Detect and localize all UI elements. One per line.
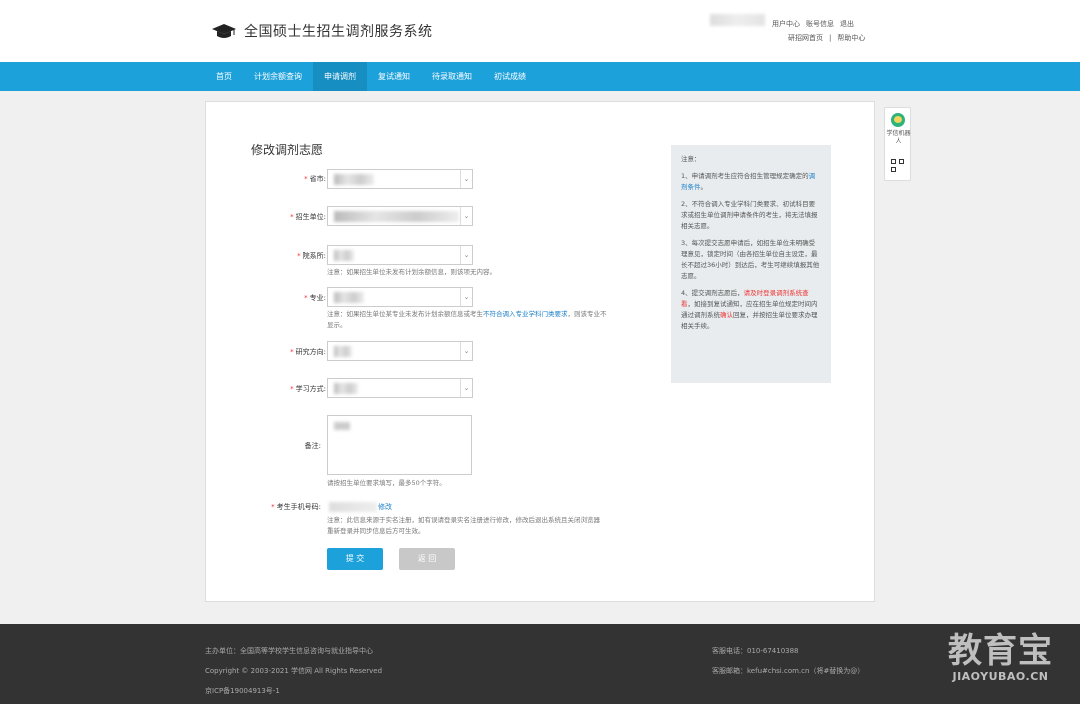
notice-item-4: 4、提交调剂志愿后，请及时登录调剂系统查看，如接到复试通知，应在招生单位规定时间… xyxy=(681,289,818,330)
phone-value-redacted xyxy=(329,502,377,512)
chevron-down-icon: ⌄ xyxy=(460,170,472,188)
phone-note: 注意：此信息来源于实名注册，如有误请登录实名注册进行修改，修改后退出系统且关闭浏… xyxy=(327,516,600,535)
dept-note: 注意：如果招生单位未发布计划余额信息，则该项无内容。 xyxy=(327,268,496,276)
help-center-link[interactable]: 帮助中心 xyxy=(837,31,865,45)
major-note: 注意：如果招生单位某专业未发布计划余额信息或考生不符合调入专业学科门类要求，则该… xyxy=(327,310,607,329)
footer-sponsor: 主办单位：全国高等学校学生信息咨询与就业指导中心 xyxy=(205,647,373,655)
remark-note: 请按招生单位要求填写，最多50个字符。 xyxy=(327,479,446,487)
notice-box: 注意： 1、申请调剂考生应符合招生管理规定确定的调剂条件。 2、不符合调入专业学… xyxy=(671,145,831,383)
user-center-link[interactable]: 用户中心 xyxy=(772,17,800,31)
notice-item-2: 2、不符合调入专业学科门类要求、初试科目要求或招生单位调剂申请条件的考生，将无法… xyxy=(681,200,818,230)
footer-copyright: Copyright © 2003-2021 学信网 All Rights Res… xyxy=(205,667,383,675)
back-button[interactable]: 返 回 xyxy=(399,548,455,570)
unit-label: * 招生单位: xyxy=(290,213,326,221)
nav-retest-notice[interactable]: 复试通知 xyxy=(367,62,421,91)
notice-item-1: 1、申请调剂考生应符合招生管理规定确定的调剂条件。 xyxy=(681,172,816,191)
notice-item-3: 3、每次提交志愿申请后，如招生单位未明确受理意见，锁定时间（由各招生单位自主设定… xyxy=(681,239,820,280)
chevron-down-icon: ⌄ xyxy=(460,288,472,306)
nav-admission-notice[interactable]: 待录取通知 xyxy=(421,62,483,91)
robot-icon[interactable] xyxy=(891,113,905,127)
page-title: 修改调剂志愿 xyxy=(251,143,324,157)
logout-link[interactable]: 退出 xyxy=(840,17,854,31)
graduation-cap-icon xyxy=(212,24,236,38)
robot-label[interactable]: 学信机器人 xyxy=(885,130,912,146)
major-label: * 专业: xyxy=(304,294,326,302)
unit-value-redacted xyxy=(334,211,459,222)
submit-button[interactable]: 提 交 xyxy=(327,548,383,570)
direction-label: * 研究方向: xyxy=(290,348,326,356)
site-title: 全国硕士生招生调剂服务系统 xyxy=(244,24,433,40)
link-separator: | xyxy=(829,34,832,42)
form-panel: 修改调剂志愿 * 省市: ⌄ * 招生单位: ⌄ * 院系所: ⌄ 注意：如果招生单位… xyxy=(205,101,875,602)
nav-home[interactable]: 首页 xyxy=(205,62,243,91)
floating-toolbar: 学信机器人 xyxy=(884,107,911,181)
header-links: 用户中心 账号信息 退出 研招网首页 | 帮助中心 xyxy=(772,17,865,45)
nav-initial-score[interactable]: 初试成绩 xyxy=(483,62,537,91)
dept-label: * 院系所: xyxy=(297,252,326,260)
dept-select[interactable]: ⌄ xyxy=(327,245,473,265)
remark-label: 备注: xyxy=(304,442,321,450)
study-mode-value-redacted xyxy=(334,383,358,394)
chevron-down-icon: ⌄ xyxy=(460,246,472,264)
site-header: 全国硕士生招生调剂服务系统 用户中心 账号信息 退出 研招网首页 | 帮助中心 xyxy=(0,0,1080,62)
footer-icp[interactable]: 京ICP备19004913号-1 xyxy=(205,681,382,701)
chevron-down-icon: ⌄ xyxy=(460,379,472,397)
yz-home-link[interactable]: 研招网首页 xyxy=(788,31,823,45)
phone-edit-link[interactable]: 修改 xyxy=(378,502,392,512)
footer-email: 客服邮箱：kefu#chsi.com.cn（将#替换为@） xyxy=(712,667,865,675)
province-value-redacted xyxy=(334,174,374,185)
footer-phone: 客服电话：010-67410388 xyxy=(712,647,799,655)
major-requirement-link[interactable]: 不符合调入专业学科门类要求 xyxy=(483,310,568,318)
direction-value-redacted xyxy=(334,346,352,357)
unit-select[interactable]: ⌄ xyxy=(327,206,473,226)
site-footer: 主办单位：全国高等学校学生信息咨询与就业指导中心 Copyright © 200… xyxy=(0,624,1080,704)
direction-select[interactable]: ⌄ xyxy=(327,341,473,361)
major-value-redacted xyxy=(334,292,364,303)
account-info-link[interactable]: 账号信息 xyxy=(806,17,834,31)
qr-code-icon[interactable] xyxy=(891,159,905,173)
major-select[interactable]: ⌄ xyxy=(327,287,473,307)
remark-value-redacted xyxy=(334,422,350,430)
username-redacted xyxy=(710,14,765,26)
main-nav: 首页 计划余额查询 申请调剂 复试通知 待录取通知 初试成绩 xyxy=(0,62,1080,91)
chevron-down-icon: ⌄ xyxy=(460,207,472,225)
nav-apply-adjustment[interactable]: 申请调剂 xyxy=(313,62,367,91)
nav-plan-balance[interactable]: 计划余额查询 xyxy=(243,62,313,91)
dept-value-redacted xyxy=(334,250,354,261)
remark-textarea[interactable] xyxy=(327,415,472,475)
chevron-down-icon: ⌄ xyxy=(460,342,472,360)
study-mode-label: * 学习方式: xyxy=(290,385,326,393)
province-label: * 省市: xyxy=(304,175,326,183)
phone-label: * 考生手机号码: xyxy=(271,503,321,511)
notice-title: 注意： xyxy=(681,155,701,163)
province-select[interactable]: ⌄ xyxy=(327,169,473,189)
jiaoyubao-watermark: 教育宝 JIAOYUBAO.CN xyxy=(948,631,1053,683)
site-logo[interactable]: 全国硕士生招生调剂服务系统 xyxy=(212,21,433,41)
study-mode-select[interactable]: ⌄ xyxy=(327,378,473,398)
